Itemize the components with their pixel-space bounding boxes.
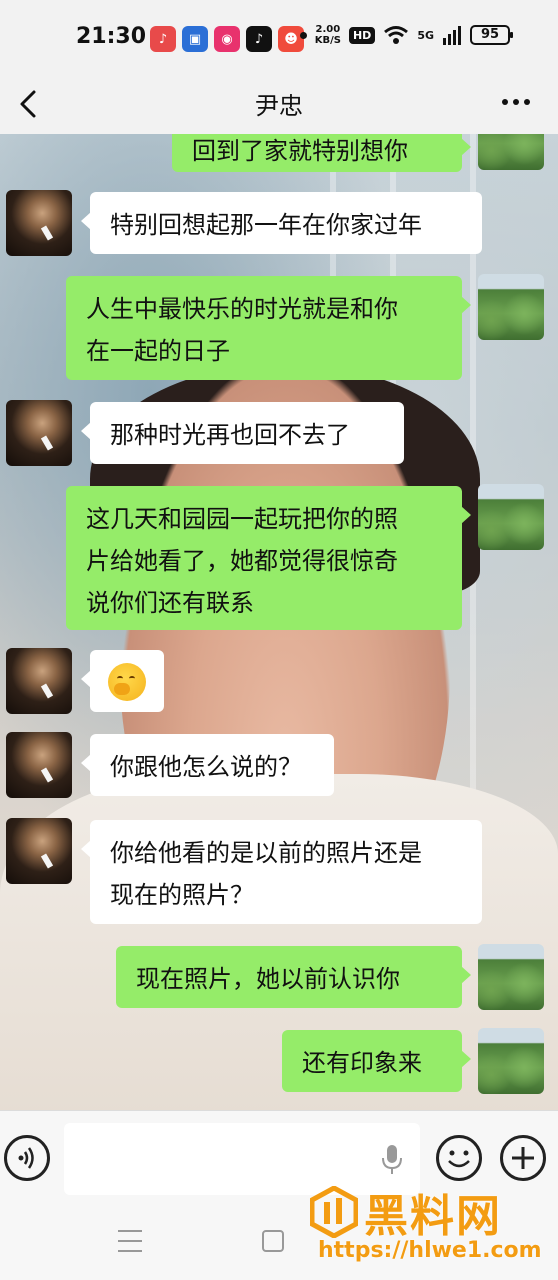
message-text-line: 你给他看的是以前的照片还是: [110, 839, 422, 867]
my-avatar[interactable]: [478, 944, 544, 1010]
message-text-line: 在一起的日子: [86, 337, 230, 365]
message-bubble-sent[interactable]: 人生中最快乐的时光就是和你 在一起的日子: [66, 276, 471, 380]
message-bubble-received[interactable]: 你跟他怎么说的？: [81, 734, 334, 796]
my-avatar[interactable]: [478, 274, 544, 340]
message-text-line: 这几天和园园一起玩把你的照: [86, 505, 398, 533]
battery-icon: 95: [470, 25, 513, 45]
network-type: 5G: [417, 28, 434, 42]
music-app-icon: ♪: [150, 26, 176, 52]
message-text: 特别回想起那一年在你家过年: [110, 211, 422, 239]
voice-icon: [18, 1147, 34, 1169]
voice-input-button[interactable]: [4, 1135, 50, 1181]
message-bubble-sent[interactable]: 这几天和园园一起玩把你的照 片给她看了，她都觉得很惊奇 说你们还有联系: [66, 486, 471, 630]
recent-apps-icon[interactable]: [118, 1230, 142, 1252]
chat-area[interactable]: 回到了家就特别想你 特别回想起那一年在你家过年 人生中最快乐的时光就是和你 在一…: [0, 134, 558, 1110]
status-bar: 21:30 ♪ ▣ ◉ ♪ ☻ 2.00 KB/S HD 5G 95: [0, 0, 558, 78]
plus-icon: [512, 1147, 534, 1169]
watermark-title: 黑料网: [364, 1191, 502, 1242]
chat-title: 尹忠: [255, 92, 303, 120]
bilibili-app-icon: ▣: [182, 26, 208, 52]
message-bubble-sent[interactable]: 现在照片，她以前认识你: [116, 946, 471, 1008]
message-bubble-received[interactable]: [81, 650, 164, 712]
message-bubble-sent[interactable]: 回到了家就特别想你: [172, 134, 471, 172]
message-bubble-received[interactable]: 特别回想起那一年在你家过年: [81, 192, 482, 254]
emoji-button[interactable]: [436, 1135, 482, 1181]
status-time: 21:30: [76, 24, 147, 49]
more-functions-button[interactable]: [500, 1135, 546, 1181]
net-speed-unit: KB/S: [314, 35, 341, 46]
dot-icon: [299, 31, 307, 39]
message-text: 现在照片，她以前认识你: [136, 965, 400, 993]
message-text-line: 现在的照片？: [110, 881, 254, 909]
contact-avatar[interactable]: [6, 732, 72, 798]
contact-avatar[interactable]: [6, 190, 72, 256]
message-text: 那种时光再也回不去了: [110, 421, 350, 449]
wifi-icon: [384, 26, 409, 44]
message-bubble-received[interactable]: 那种时光再也回不去了: [81, 402, 404, 464]
message-bubble-sent[interactable]: 还有印象来: [282, 1030, 471, 1092]
my-avatar[interactable]: [478, 1028, 544, 1094]
my-avatar[interactable]: [478, 134, 544, 170]
more-options-icon[interactable]: [502, 92, 536, 112]
watermark-logo-icon: [310, 1186, 358, 1238]
message-bubble-received[interactable]: 你给他看的是以前的照片还是 现在的照片？: [81, 820, 482, 924]
my-avatar[interactable]: [478, 484, 544, 550]
signal-icon: [443, 26, 461, 45]
message-text-line: 人生中最快乐的时光就是和你: [86, 295, 398, 323]
net-speed-value: 2.00: [315, 24, 341, 35]
status-indicators: 2.00 KB/S HD 5G 95: [299, 24, 513, 46]
message-text-line: 说你们还有联系: [86, 589, 254, 617]
tiktok-app-icon: ♪: [246, 26, 272, 52]
contact-avatar[interactable]: [6, 400, 72, 466]
contact-avatar[interactable]: [6, 648, 72, 714]
hd-badge: HD: [348, 26, 376, 44]
contact-avatar[interactable]: [6, 818, 72, 884]
watermark-url: https://hlwe1.com: [318, 1238, 542, 1263]
microphone-icon[interactable]: [378, 1143, 406, 1177]
message-text: 回到了家就特别想你: [192, 137, 408, 165]
message-text: 你跟他怎么说的？: [110, 753, 302, 781]
message-text: 还有印象来: [302, 1049, 422, 1077]
chat-header: 尹忠: [0, 78, 558, 134]
shy-emoji-icon: [108, 663, 146, 701]
message-text-line: 片给她看了，她都觉得很惊奇: [86, 547, 398, 575]
home-icon[interactable]: [262, 1230, 284, 1252]
notification-icons: ♪ ▣ ◉ ♪ ☻: [150, 26, 304, 52]
shopping-app-icon: ◉: [214, 26, 240, 52]
net-speed: 2.00 KB/S: [315, 24, 341, 46]
smiley-icon: [448, 1150, 470, 1168]
